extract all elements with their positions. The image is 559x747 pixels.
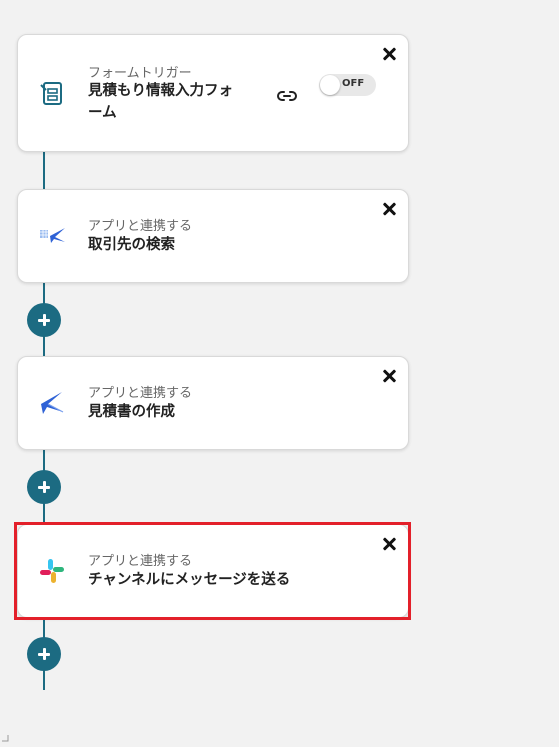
selection-highlight [14,522,411,620]
close-icon[interactable] [382,47,396,61]
add-step-button[interactable] [27,303,61,337]
resize-corner-icon [0,728,10,742]
swallow-app-icon [38,389,66,417]
step-title: 取引先の検索 [88,237,175,253]
step-title-line2: ーム [88,105,117,121]
add-step-button[interactable] [27,637,61,671]
flow-step-create-quote[interactable]: アプリと連携する 見積書の作成 [17,356,409,450]
close-icon[interactable] [382,369,396,383]
flow-step-form-trigger[interactable]: フォームトリガー 見積もり情報入力フォ ーム OFF [17,34,409,152]
form-icon [38,79,66,107]
step-category: アプリと連携する [88,219,193,234]
link-icon[interactable] [276,88,298,102]
trigger-toggle[interactable]: OFF [319,74,376,96]
toggle-knob [320,75,340,95]
step-title: 見積書の作成 [88,404,175,420]
close-icon[interactable] [382,202,396,216]
add-step-button[interactable] [27,470,61,504]
invoice-app-icon [38,222,66,250]
step-category: アプリと連携する [88,386,193,401]
step-title-line1: 見積もり情報入力フォ [88,83,233,99]
connector-line [43,152,45,190]
flow-step-search-client[interactable]: アプリと連携する 取引先の検索 [17,189,409,283]
toggle-label: OFF [342,78,365,89]
step-category: フォームトリガー [88,66,192,81]
